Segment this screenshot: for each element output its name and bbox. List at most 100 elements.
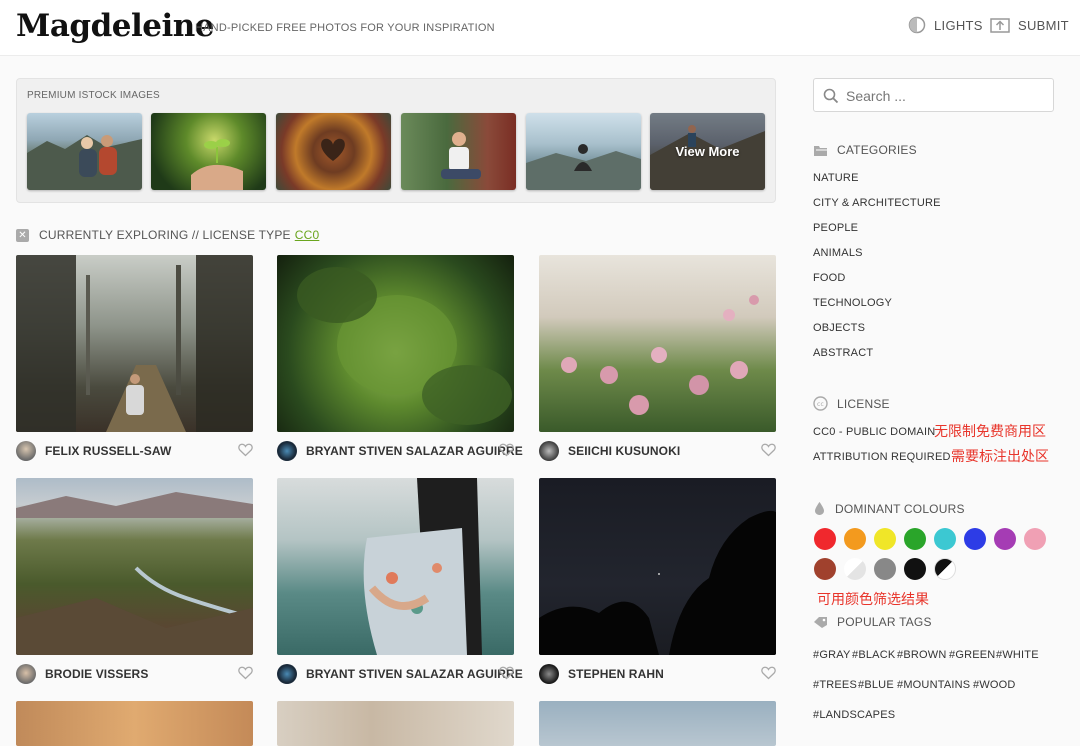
lights-icon [908, 16, 926, 34]
category-animals[interactable]: ANIMALS [813, 247, 863, 259]
author-name[interactable]: STEPHEN RAHN [568, 667, 664, 681]
colour-swatch[interactable] [904, 528, 926, 550]
colour-swatch[interactable] [904, 558, 926, 580]
premium-thumb-leaves-heart[interactable] [276, 113, 391, 190]
heart-icon[interactable] [761, 666, 776, 680]
tag-mountains[interactable]: #MOUNTAINS [897, 679, 970, 691]
photo-row3-orange[interactable] [16, 701, 253, 746]
submit-label: SUBMIT [1018, 17, 1069, 33]
cc0-annotation: 无限制免费商用区 [934, 423, 1046, 439]
tag-brown[interactable]: #BROWN [897, 649, 946, 661]
colour-swatch[interactable] [874, 558, 896, 580]
tag-blue[interactable]: #BLUE [858, 679, 894, 691]
search-icon [823, 88, 839, 104]
site-logo[interactable]: Magdeleine [16, 8, 215, 44]
category-objects[interactable]: OBJECTS [813, 322, 865, 334]
heart-icon[interactable] [238, 443, 253, 457]
premium-thumb-mountain-hiker[interactable]: View More [650, 113, 765, 190]
license-cc0[interactable]: CC0 - PUBLIC DOMAIN [813, 426, 935, 438]
droplet-icon [815, 502, 824, 515]
premium-thumb-seedling[interactable] [151, 113, 266, 190]
colour-swatch[interactable] [994, 528, 1016, 550]
colour-swatch[interactable] [874, 528, 896, 550]
lights-label: LIGHTS [934, 17, 983, 33]
photo-credit: BRYANT STIVEN SALAZAR AGUIRRE [277, 440, 523, 462]
site-tagline: HAND-PICKED FREE PHOTOS FOR YOUR INSPIRA… [195, 22, 495, 34]
photo-night-trees[interactable] [539, 478, 776, 655]
premium-thumb-man-sitting[interactable] [401, 113, 516, 190]
heart-icon[interactable] [761, 443, 776, 457]
search-input[interactable] [846, 85, 1046, 107]
search-box [813, 78, 1054, 112]
tag-white[interactable]: #WHITE [996, 649, 1039, 661]
upload-icon [990, 18, 1010, 33]
author-avatar[interactable] [16, 664, 36, 684]
photo-fern[interactable] [277, 255, 514, 432]
colour-swatch[interactable] [844, 528, 866, 550]
photo-forest-path[interactable] [16, 255, 253, 432]
heart-icon[interactable] [238, 666, 253, 680]
colour-swatch[interactable] [1024, 528, 1046, 550]
category-technology[interactable]: TECHNOLOGY [813, 297, 892, 309]
category-food[interactable]: FOOD [813, 272, 846, 284]
author-avatar[interactable] [539, 441, 559, 461]
colour-swatch[interactable] [814, 528, 836, 550]
site-header: Magdeleine HAND-PICKED FREE PHOTOS FOR Y… [0, 0, 1080, 56]
premium-thumb-meditation[interactable] [526, 113, 641, 190]
lights-toggle[interactable]: LIGHTS [908, 16, 983, 34]
author-name[interactable]: BRODIE VISSERS [45, 667, 148, 681]
license-filter-link[interactable]: CC0 [295, 228, 320, 242]
author-name[interactable]: BRYANT STIVEN SALAZAR AGUIRRE [306, 444, 523, 458]
heart-icon[interactable] [499, 666, 514, 680]
author-name[interactable]: FELIX RUSSELL-SAW [45, 444, 171, 458]
premium-istock-strip: PREMIUM ISTOCK IMAGES View More [16, 78, 776, 203]
photo-row3-sand[interactable] [277, 701, 514, 746]
tags-title: POPULAR TAGS [837, 615, 932, 629]
license-heading: cc LICENSE [813, 396, 890, 411]
exploring-bar: ✕ CURRENTLY EXPLORING // LICENSE TYPE CC… [16, 228, 319, 242]
category-people[interactable]: PEOPLE [813, 222, 858, 234]
photo-pregnant-woman[interactable] [277, 478, 514, 655]
view-more-link[interactable]: View More [650, 113, 765, 190]
author-name[interactable]: BRYANT STIVEN SALAZAR AGUIRRE [306, 667, 523, 681]
colours-title: DOMINANT COLOURS [835, 501, 965, 516]
author-avatar[interactable] [277, 441, 297, 461]
folder-icon [814, 145, 827, 156]
tag-green[interactable]: #GREEN [949, 649, 995, 661]
colour-swatch[interactable] [814, 558, 836, 580]
photo-credit: SEIICHI KUSUNOKI [539, 440, 776, 462]
tag-wood[interactable]: #WOOD [973, 679, 1016, 691]
category-nature[interactable]: NATURE [813, 172, 859, 184]
premium-title: PREMIUM ISTOCK IMAGES [27, 90, 160, 101]
photo-credit: BRYANT STIVEN SALAZAR AGUIRRE [277, 663, 523, 685]
author-name[interactable]: SEIICHI KUSUNOKI [568, 444, 680, 458]
tag-trees[interactable]: #TREES [813, 679, 857, 691]
photo-credit: BRODIE VISSERS [16, 663, 253, 685]
photo-valley-river[interactable] [16, 478, 253, 655]
categories-heading: CATEGORIES [813, 143, 917, 157]
photo-row3-sky[interactable] [539, 701, 776, 746]
author-avatar[interactable] [277, 664, 297, 684]
tags-heading: POPULAR TAGS [813, 615, 932, 629]
clear-filter-icon[interactable]: ✕ [16, 228, 29, 242]
exploring-prefix: CURRENTLY EXPLORING // LICENSE TYPE [39, 228, 291, 242]
license-attribution[interactable]: ATTRIBUTION REQUIRED [813, 451, 951, 463]
tag-gray[interactable]: #GRAY [813, 649, 850, 661]
category-abstract[interactable]: ABSTRACT [813, 347, 873, 359]
svg-text:cc: cc [817, 401, 824, 408]
attribution-annotation: 需要标注出处区 [951, 448, 1049, 464]
tag-landscapes[interactable]: #LANDSCAPES [813, 709, 895, 721]
photo-clover-flowers[interactable] [539, 255, 776, 432]
premium-thumb-hikers[interactable] [27, 113, 142, 190]
colour-swatch[interactable] [844, 558, 866, 580]
submit-link[interactable]: SUBMIT [990, 16, 1069, 34]
category-city-architecture[interactable]: CITY & ARCHITECTURE [813, 197, 941, 209]
author-avatar[interactable] [16, 441, 36, 461]
colour-swatch[interactable] [964, 528, 986, 550]
tag-black[interactable]: #BLACK [852, 649, 895, 661]
colour-swatch[interactable] [934, 558, 956, 580]
heart-icon[interactable] [499, 443, 514, 457]
author-avatar[interactable] [539, 664, 559, 684]
colours-heading: DOMINANT COLOURS [813, 501, 965, 516]
colour-swatch[interactable] [934, 528, 956, 550]
